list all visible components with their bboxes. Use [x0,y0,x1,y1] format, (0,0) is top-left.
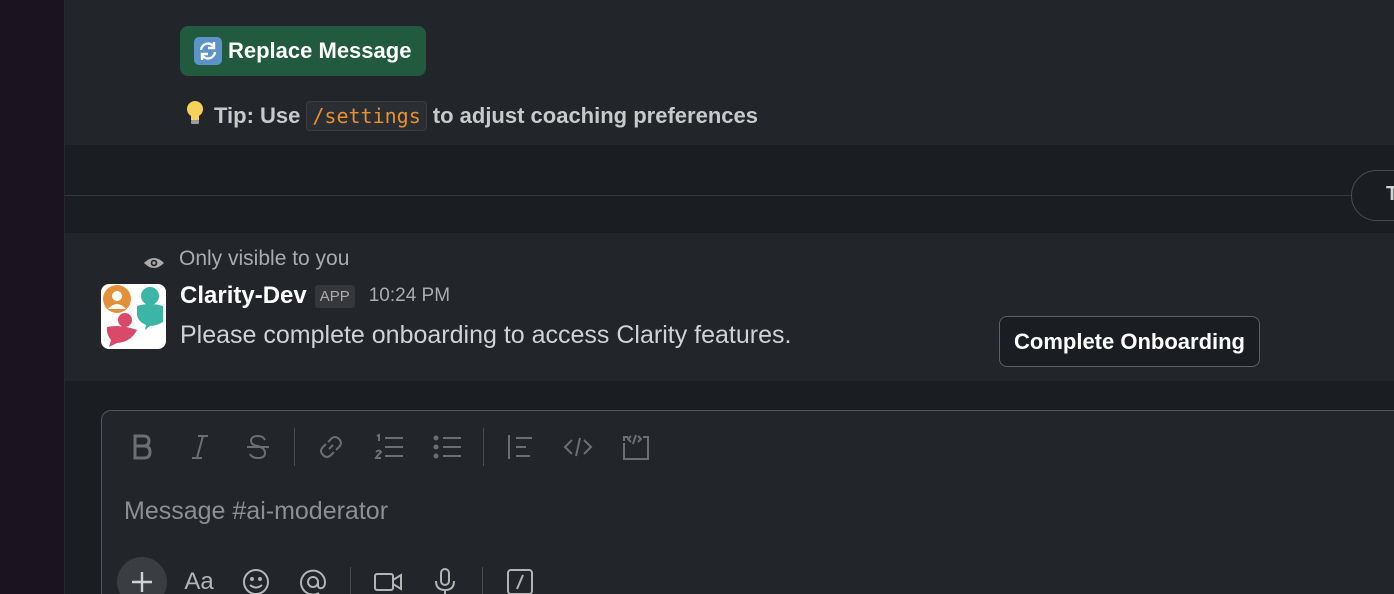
eye-icon [143,252,165,268]
bold-icon[interactable] [122,427,162,467]
toolbar-divider [350,567,351,594]
message-text: Please complete onboarding to access Cla… [180,321,792,349]
tip-suffix: to adjust coaching preferences [432,103,758,128]
message-pane: Replace Message Tip: Use /settings to ad… [65,0,1394,594]
toolbar-divider [482,567,483,594]
replace-message-button[interactable]: Replace Message [180,26,427,76]
mention-icon[interactable] [293,562,333,594]
message-timestamp[interactable]: 10:24 PM [369,285,450,307]
plus-icon[interactable] [117,557,167,594]
toolbar-divider [483,428,484,466]
date-divider-pill[interactable]: T [1351,170,1394,221]
ephemeral-message: Only visible to you Clarity-Dev APP 10:2… [65,233,1394,381]
strikethrough-icon[interactable] [238,427,278,467]
app-badge: APP [314,284,355,308]
avatar[interactable] [101,284,166,349]
emoji-icon[interactable] [236,562,276,594]
microphone-icon[interactable] [425,562,465,594]
italic-icon[interactable] [180,427,220,467]
message-input[interactable] [124,497,924,526]
video-icon[interactable] [368,562,408,594]
tip-line: Tip: Use /settings to adjust coaching pr… [182,100,758,132]
settings-command: /settings [306,101,427,131]
sender-name[interactable]: Clarity-Dev [180,282,307,310]
code-block-icon[interactable] [616,427,656,467]
slash-command-icon[interactable] [500,562,540,594]
replace-message-label: Replace Message [228,38,412,63]
visibility-note: Only visible to you [143,247,349,271]
toolbar-divider [294,428,295,466]
complete-onboarding-button[interactable]: Complete Onboarding [999,316,1260,367]
tip-prefix: Tip: Use [214,103,301,128]
date-divider [65,195,1394,196]
formatting-toolbar [122,427,674,467]
text-format-icon[interactable]: Aa [179,562,219,594]
workspace-sidebar [0,0,65,594]
bulleted-list-icon[interactable] [427,427,467,467]
blockquote-icon[interactable] [500,427,540,467]
composer-actions: Aa [117,557,557,594]
arrows-refresh-icon [194,37,222,65]
ordered-list-icon[interactable] [369,427,409,467]
code-icon[interactable] [558,427,598,467]
previous-message: Replace Message Tip: Use /settings to ad… [65,0,1394,145]
light-bulb-icon [182,100,208,132]
message-header: Clarity-Dev APP 10:24 PM [180,282,450,310]
message-composer: Aa [101,410,1394,594]
visibility-text: Only visible to you [179,247,350,270]
link-icon[interactable] [311,427,351,467]
